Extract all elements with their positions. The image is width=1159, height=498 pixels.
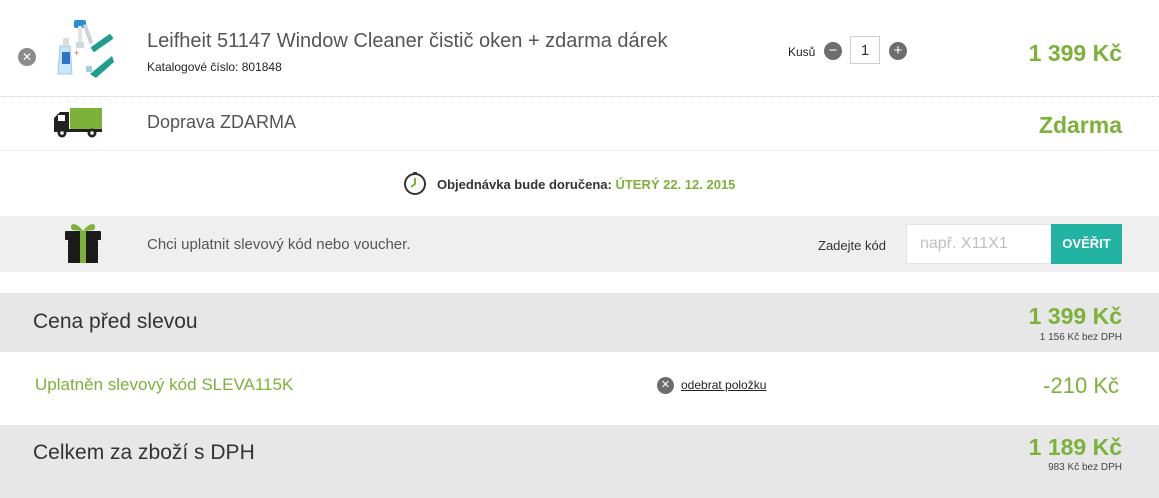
discount-value: -210 Kč xyxy=(1043,373,1119,398)
shipping-price: Zdarma xyxy=(1038,112,1122,138)
catalog-number: Katalogové číslo: 801848 xyxy=(147,60,282,74)
delivery-label: Objednávka bude doručena: xyxy=(437,177,612,192)
quantity-label: Kusů xyxy=(788,45,816,59)
plus-icon: + xyxy=(893,42,903,59)
increase-quantity-button[interactable]: + xyxy=(889,42,907,60)
item-price: 1 399 Kč xyxy=(1028,40,1122,66)
quantity-input[interactable] xyxy=(850,36,880,64)
remove-discount-icon[interactable]: ✕ xyxy=(657,377,674,394)
code-label: Zadejte kód xyxy=(818,238,886,253)
clock-icon xyxy=(403,172,427,196)
delivery-info: Objednávka bude doručena: ÚTERÝ 22. 12. … xyxy=(437,177,735,192)
delivery-date: ÚTERÝ 22. 12. 2015 xyxy=(615,177,736,192)
voucher-code-input[interactable] xyxy=(906,224,1052,264)
catalog-label: Katalogové číslo: xyxy=(147,60,239,74)
product-name[interactable]: Leifheit 51147 Window Cleaner čistič oke… xyxy=(147,30,667,53)
price-before-no-vat: 1 156 Kč bez DPH xyxy=(1039,332,1122,343)
remove-item-button[interactable]: ✕ xyxy=(18,48,36,66)
minus-icon: − xyxy=(828,42,838,59)
verify-code-button[interactable]: OVĚŘIT xyxy=(1051,224,1122,264)
total-price-no-vat: 983 Kč bez DPH xyxy=(1048,462,1122,473)
discount-code-label: Uplatněn slevový kód SLEVA115K xyxy=(35,375,294,394)
price-before-value: 1 399 Kč xyxy=(1028,303,1122,329)
total-price: 1 189 Kč xyxy=(1028,434,1122,460)
svg-text:+: + xyxy=(74,48,79,58)
total-label: Celkem za zboží s DPH xyxy=(33,441,255,464)
catalog-value: 801848 xyxy=(241,60,282,74)
price-before-label: Cena před slevou xyxy=(33,310,198,333)
product-image[interactable]: + xyxy=(50,18,120,82)
close-icon: ✕ xyxy=(21,50,33,64)
shipping-name: Doprava ZDARMA xyxy=(147,112,297,132)
voucher-prompt[interactable]: Chci uplatnit slevový kód nebo voucher. xyxy=(147,236,411,253)
truck-icon xyxy=(52,106,104,138)
decrease-quantity-button[interactable]: − xyxy=(824,42,842,60)
gift-icon xyxy=(62,221,104,265)
remove-discount-link[interactable]: odebrat položku xyxy=(681,378,766,392)
